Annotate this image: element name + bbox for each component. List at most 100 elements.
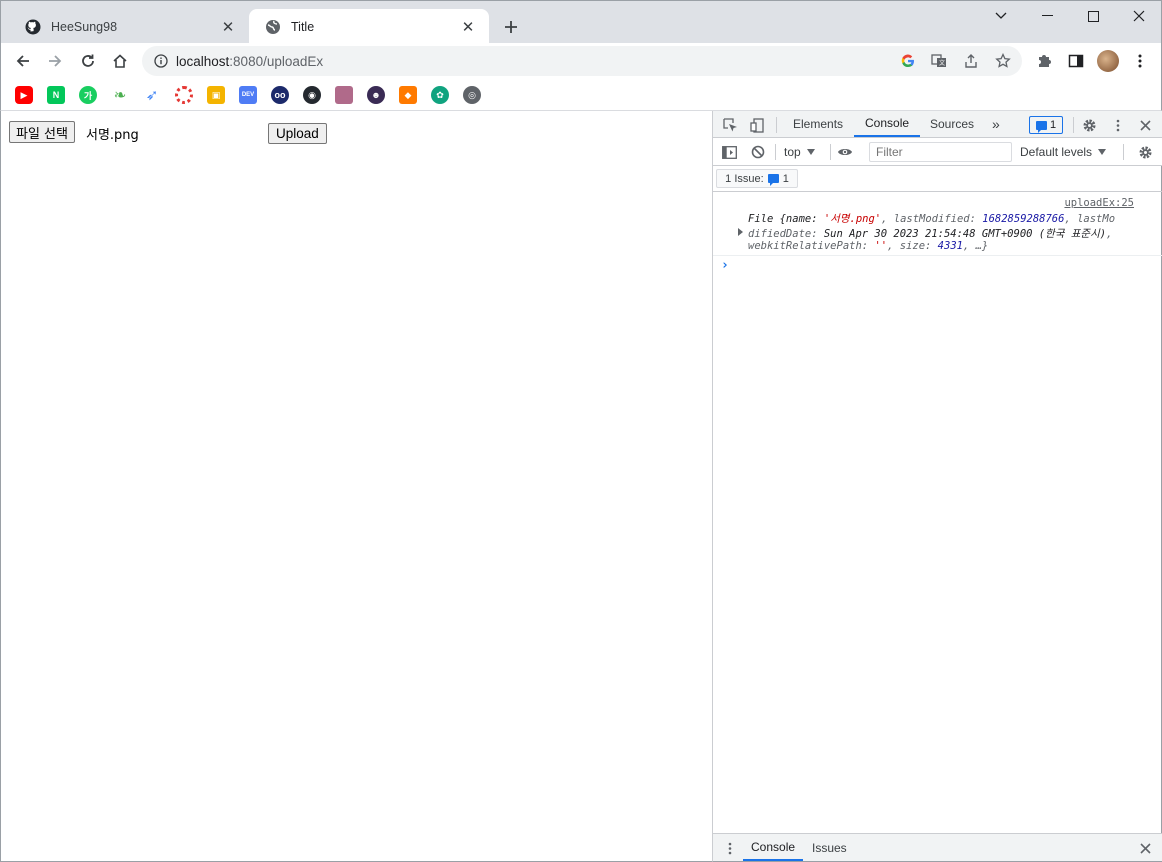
info-icon[interactable] <box>152 52 170 70</box>
file-choose-button[interactable]: 파일 선택 <box>9 121 75 143</box>
console-prompt[interactable]: › <box>721 258 729 273</box>
ring-icon[interactable] <box>175 86 193 104</box>
log-line-2: difiedDate: Sun Apr 30 2023 21:54:48 GMT… <box>748 226 1143 241</box>
log-line-3: webkitRelativePath: '', size: 4331, …} <box>748 240 1143 252</box>
globe-icon[interactable]: ◎ <box>463 86 481 104</box>
console-message: uploadEx:25 File {name: '서명.png', lastMo… <box>713 192 1162 256</box>
eye-icon[interactable] <box>835 142 855 162</box>
expand-triangle-icon[interactable] <box>738 228 743 236</box>
extensions-button[interactable] <box>1032 49 1056 73</box>
tab-title: HeeSung98 <box>51 19 118 34</box>
message-icon <box>1035 120 1047 133</box>
minimize-button[interactable] <box>1024 1 1070 31</box>
anime-icon[interactable]: ☻ <box>367 86 385 104</box>
log-text: , lastModified: <box>881 213 983 225</box>
feather-icon[interactable]: ➶ <box>143 86 161 104</box>
separator <box>775 144 776 160</box>
leaf-icon[interactable]: ❧ <box>111 86 129 104</box>
issues-bar: 1 Issue: 1 <box>713 166 1162 192</box>
dev-icon[interactable]: DEV <box>239 86 257 104</box>
drawer-tab-console[interactable]: Console <box>743 834 804 861</box>
title-bar: HeeSung98 ✕ Title ✕ <box>0 0 1162 44</box>
tab-search-button[interactable] <box>978 1 1024 31</box>
devtools-tab-console[interactable]: Console <box>854 111 921 137</box>
papago-icon[interactable]: 가 <box>79 86 97 104</box>
reload-icon <box>82 54 94 67</box>
selected-file-name: 서명.png <box>86 128 139 143</box>
console-filter-input[interactable] <box>869 142 1012 162</box>
upload-button[interactable]: Upload <box>268 123 327 144</box>
profile-avatar[interactable] <box>1097 50 1119 72</box>
close-icon <box>1133 10 1145 22</box>
separator <box>1073 117 1074 133</box>
forward-button[interactable] <box>41 47 69 75</box>
drawer-tab-issues[interactable]: Issues <box>812 834 847 861</box>
context-selector[interactable]: top <box>784 145 815 159</box>
share-button[interactable] <box>959 49 983 73</box>
devtools-tab-elements[interactable]: Elements <box>793 111 843 137</box>
tab-heesung98[interactable]: HeeSung98 ✕ <box>9 9 249 44</box>
arrow-left-icon <box>16 55 29 67</box>
close-devtools-icon[interactable] <box>1135 115 1155 135</box>
youtube-icon[interactable]: ▶ <box>15 86 33 104</box>
new-tab-button[interactable] <box>499 15 523 39</box>
close-window-button[interactable] <box>1116 1 1162 31</box>
share-icon <box>965 54 977 68</box>
devtools-panel: Elements Console Sources » 1 top Filter … <box>712 111 1162 862</box>
photo-icon[interactable]: ▣ <box>207 86 225 104</box>
svg-text:文: 文 <box>939 59 945 67</box>
issues-chip[interactable]: 1 Issue: 1 <box>716 169 798 188</box>
separator <box>1123 144 1124 160</box>
reload-button[interactable] <box>74 47 102 75</box>
separator <box>776 117 777 133</box>
log-text: , lastMo <box>1064 213 1116 225</box>
issues-chip-count: 1 <box>782 172 789 185</box>
close-icon[interactable]: ✕ <box>219 18 237 36</box>
github-icon[interactable]: ◉ <box>303 86 321 104</box>
address-bar[interactable]: localhost:8080/uploadEx <box>142 46 1022 76</box>
devtools-tab-sources[interactable]: Sources <box>930 111 974 137</box>
settings-gear-icon[interactable] <box>1079 115 1099 135</box>
side-panel-button[interactable] <box>1064 49 1088 73</box>
more-vert-icon[interactable] <box>1108 115 1128 135</box>
log-text: File {name: <box>748 213 824 225</box>
more-vert-icon[interactable] <box>720 838 740 858</box>
log-text: , size: <box>887 240 938 252</box>
console-settings-gear-icon[interactable] <box>1135 142 1155 162</box>
more-tabs-button[interactable]: » <box>992 111 1000 137</box>
source-link[interactable]: uploadEx:25 <box>1064 197 1134 209</box>
issues-badge[interactable]: 1 <box>1029 116 1063 134</box>
home-button[interactable] <box>106 47 134 75</box>
bookmark-star-button[interactable] <box>991 49 1015 73</box>
log-date-value: Sun Apr 30 2023 21:54:48 GMT+0900 (한국 표준… <box>823 228 1107 240</box>
arrow-right-icon <box>49 55 62 67</box>
plus-icon <box>505 21 517 33</box>
menu-button[interactable] <box>1128 49 1152 73</box>
tab-title-page[interactable]: Title ✕ <box>249 9 489 44</box>
maximize-button[interactable] <box>1070 1 1116 31</box>
github-icon <box>25 19 41 35</box>
inspect-element-icon[interactable] <box>720 115 740 135</box>
close-icon[interactable]: ✕ <box>459 18 477 36</box>
message-icon <box>767 174 779 186</box>
owl-icon[interactable]: oo <box>271 86 289 104</box>
avatar-icon[interactable] <box>335 86 353 104</box>
sidebar-toggle-icon[interactable] <box>719 142 739 162</box>
log-levels-dropdown[interactable]: Default levels <box>1020 145 1107 159</box>
clear-console-icon[interactable] <box>748 142 768 162</box>
google-lens-button[interactable] <box>896 49 920 73</box>
page-content: 파일 선택 서명.png Upload <box>0 111 712 862</box>
log-lastmodified-value: 1682859288766 <box>982 213 1065 225</box>
device-toolbar-icon[interactable] <box>747 115 767 135</box>
naver-icon[interactable]: N <box>47 86 65 104</box>
translate-icon: 文 <box>931 54 946 67</box>
caret-down-icon <box>806 149 815 155</box>
close-drawer-icon[interactable] <box>1135 838 1155 858</box>
bookmarks-bar: ▶ N 가 ❧ ➶ ▣ DEV oo ◉ ☻ ◆ ✿ ◎ <box>0 79 1162 111</box>
back-button[interactable] <box>9 47 37 75</box>
translate-button[interactable]: 文 <box>927 49 951 73</box>
openai-icon[interactable]: ✿ <box>431 86 449 104</box>
context-label: top <box>784 145 801 159</box>
issues-badge-count: 1 <box>1049 119 1057 131</box>
box-icon[interactable]: ◆ <box>399 86 417 104</box>
